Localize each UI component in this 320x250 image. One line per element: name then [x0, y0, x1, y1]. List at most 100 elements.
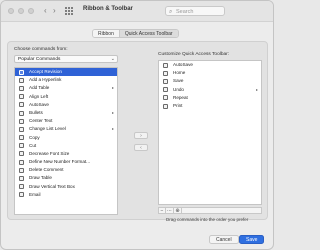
- list-item-label: Align Left: [29, 93, 49, 99]
- list-item[interactable]: Save: [159, 77, 261, 85]
- more-options-button[interactable]: ⋯: [166, 207, 174, 214]
- command-source-dropdown[interactable]: Popular Commands ⌄: [14, 55, 118, 63]
- list-item[interactable]: Email: [15, 191, 117, 199]
- list-item-label: Add Table: [29, 85, 50, 91]
- command-icon: [19, 143, 24, 149]
- command-icon: [19, 94, 24, 100]
- command-icon: [19, 118, 24, 124]
- list-item[interactable]: Copy: [15, 134, 117, 142]
- dropdown-value: Popular Commands: [18, 57, 61, 62]
- submenu-arrow-icon: ▸: [111, 126, 114, 132]
- command-icon: [19, 176, 24, 182]
- list-item[interactable]: Add a Hyperlink: [15, 76, 117, 84]
- list-item-label: AutoSave: [29, 101, 49, 107]
- list-item-label: Draw Table: [29, 175, 52, 181]
- list-item-label: Print: [173, 102, 183, 108]
- command-icon: [19, 85, 24, 91]
- list-item-label: Repeat: [173, 94, 188, 100]
- command-icon: [19, 102, 24, 108]
- zoom-window-button[interactable]: [28, 8, 34, 14]
- list-item-label: Copy: [29, 134, 40, 140]
- list-item[interactable]: Cut: [15, 142, 117, 150]
- command-icon: [19, 151, 24, 157]
- list-item-label: Accept Revision: [29, 69, 62, 74]
- show-all-grid-icon[interactable]: [65, 7, 73, 15]
- list-item-label: Delete Comment: [29, 167, 64, 173]
- tab-ribbon[interactable]: Ribbon: [93, 30, 119, 37]
- command-icon: [19, 126, 24, 132]
- list-item-label: Save: [173, 78, 184, 84]
- command-icon: [19, 110, 24, 116]
- list-item[interactable]: Undo ▸: [159, 86, 261, 94]
- available-commands-list[interactable]: Accept Revision Add a Hyperlink Add Table ▸…: [14, 67, 118, 215]
- list-item[interactable]: Delete Comment: [15, 166, 117, 174]
- save-button[interactable]: Save: [239, 235, 265, 244]
- title-bar: ‹ › Ribbon & Toolbar ⌕ Search: [1, 1, 273, 22]
- drag-hint-text: Drag commands into the order you prefer: [166, 217, 249, 222]
- submenu-arrow-icon: ▸: [111, 85, 114, 91]
- list-item[interactable]: Define New Number Format...: [15, 158, 117, 166]
- list-item[interactable]: Change List Level ▸: [15, 125, 117, 133]
- command-icon: [19, 184, 24, 190]
- list-item[interactable]: Center Text: [15, 117, 117, 125]
- list-item-label: Change List Level: [29, 126, 66, 132]
- command-icon: [19, 69, 24, 75]
- remove-command-button[interactable]: ‹: [134, 144, 148, 151]
- list-item-label: Undo: [173, 86, 184, 92]
- command-icon: [163, 62, 168, 68]
- list-item-label: Email: [29, 191, 41, 197]
- minimize-window-button[interactable]: [18, 8, 24, 14]
- add-command-button[interactable]: ›: [134, 132, 148, 139]
- command-icon: [19, 192, 24, 198]
- command-icon: [163, 70, 168, 76]
- list-item[interactable]: Align Left: [15, 93, 117, 101]
- tab-quick-access-toolbar[interactable]: Quick Access Toolbar: [118, 30, 178, 37]
- command-icon: [19, 159, 24, 165]
- list-item[interactable]: Bullets ▸: [15, 109, 117, 117]
- toolbar-commands-list[interactable]: AutoSave Home Save Undo ▸ Repeat Print: [158, 60, 262, 205]
- list-item-label: Bullets: [29, 109, 43, 115]
- chevron-down-icon: ⌄: [110, 56, 115, 62]
- cancel-button[interactable]: Cancel: [209, 235, 239, 244]
- list-item[interactable]: Decrease Font Size: [15, 150, 117, 158]
- customize-toolbar-label: Customize Quick Access Toolbar:: [158, 52, 230, 57]
- list-item[interactable]: Draw Vertical Text Box: [15, 183, 117, 191]
- command-icon: [19, 77, 24, 83]
- magnifier-icon: ⌕: [169, 8, 173, 15]
- window-title: Ribbon & Toolbar: [83, 6, 133, 12]
- settings-panel: Choose commands from: Popular Commands ⌄…: [7, 41, 268, 222]
- choose-commands-label: Choose commands from:: [14, 47, 68, 52]
- command-icon: [163, 95, 168, 101]
- list-item-label: AutoSave: [173, 62, 193, 67]
- list-item[interactable]: AutoSave: [159, 61, 261, 69]
- close-window-button[interactable]: [8, 8, 14, 14]
- command-icon: [163, 87, 168, 93]
- submenu-arrow-icon: ▸: [111, 109, 114, 115]
- list-item[interactable]: Accept Revision: [15, 68, 117, 77]
- list-item-label: Define New Number Format...: [29, 159, 91, 165]
- list-item[interactable]: AutoSave: [15, 101, 117, 109]
- forward-arrow-icon[interactable]: ›: [53, 6, 56, 16]
- list-item-label: Center Text: [29, 118, 53, 124]
- command-icon: [19, 135, 24, 141]
- back-arrow-icon[interactable]: ‹: [44, 6, 47, 16]
- list-item[interactable]: Add Table ▸: [15, 84, 117, 92]
- list-tools-bar: − ⋯ ⊕: [158, 207, 262, 214]
- remove-item-button[interactable]: −: [158, 207, 166, 214]
- command-icon: [163, 78, 168, 84]
- list-item[interactable]: Print: [159, 102, 261, 110]
- list-item-label: Draw Vertical Text Box: [29, 183, 75, 189]
- list-item[interactable]: Draw Table: [15, 174, 117, 182]
- list-item-label: Decrease Font Size: [29, 150, 70, 156]
- list-item-label: Home: [173, 70, 186, 76]
- list-item-label: Add a Hyperlink: [29, 77, 62, 83]
- command-icon: [163, 103, 168, 109]
- submenu-arrow-icon: ▸: [255, 86, 258, 92]
- command-icon: [19, 167, 24, 173]
- list-item[interactable]: Repeat: [159, 94, 261, 102]
- preferences-window: ‹ › Ribbon & Toolbar ⌕ Search Ribbon Qui…: [0, 0, 274, 250]
- search-input[interactable]: ⌕ Search: [165, 6, 225, 16]
- list-item[interactable]: Home: [159, 69, 261, 77]
- list-item-label: Cut: [29, 142, 37, 148]
- add-separator-button[interactable]: ⊕: [174, 207, 182, 214]
